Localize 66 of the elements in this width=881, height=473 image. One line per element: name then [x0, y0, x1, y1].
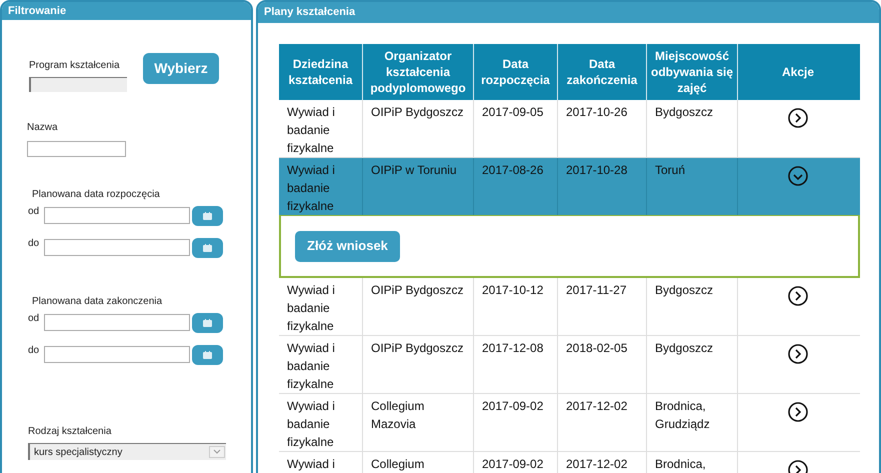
table-cell: Collegium Mazovia — [362, 394, 473, 451]
date-field[interactable] — [44, 239, 190, 256]
table-cell: 2018-02-05 — [557, 336, 646, 393]
table-cell: OIPiP Bydgoszcz — [362, 336, 473, 393]
table-cell-text: Wywiad i — [286, 456, 336, 473]
chevron-right-icon[interactable] — [788, 108, 808, 128]
choose-button[interactable]: Wybierz — [143, 53, 219, 84]
calendar-icon — [203, 212, 212, 220]
field-label: od — [28, 312, 40, 326]
panel-title: Plany kształcenia — [258, 2, 879, 23]
chevron-right-icon[interactable] — [788, 344, 808, 364]
table-cell: Brodnica, — [646, 452, 737, 473]
table-cell: Bydgoszcz — [646, 100, 737, 157]
table-cell: Bydgoszcz — [646, 336, 737, 393]
table-cell: OIPiP Bydgoszcz — [362, 278, 473, 335]
panel-title: Filtrowanie — [2, 2, 251, 20]
calendar-button[interactable] — [192, 345, 223, 365]
table-cell: 2017-09-05 — [473, 100, 557, 157]
table-cell: Bydgoszcz — [646, 278, 737, 335]
table-cell: 2017-12-02 — [557, 452, 646, 473]
table-cell-text: Wywiad i badanie fizykalne — [286, 282, 336, 335]
field-label: Nazwa — [27, 121, 59, 135]
calendar-icon — [203, 319, 212, 327]
type-select[interactable]: kurs specjalistyczny — [28, 443, 226, 460]
field-label: Planowana data rozpoczęcia — [31, 188, 161, 202]
table-cell-text: Wywiad i badanie fizykalne — [286, 104, 336, 157]
field-label: do — [28, 237, 40, 251]
field-label: Rodzaj kształcenia — [28, 425, 112, 439]
name-field[interactable] — [27, 141, 126, 157]
date-field[interactable] — [44, 207, 190, 224]
program-field[interactable] — [29, 77, 127, 92]
table-cell-text: Wywiad i badanie fizykalne — [286, 340, 336, 393]
table-cell: OIPiP w Toruniu — [362, 158, 473, 215]
selected-row[interactable]: Wywiad i badanie fizykalne OIPiP w Toruniu 2017-08-26 2017-10-28 Toruń — [279, 158, 860, 216]
table-cell: OIPiP Bydgoszcz — [362, 100, 473, 157]
field-label: do — [28, 344, 40, 358]
table-cell: 2017-11-27 — [557, 278, 646, 335]
field-label: od — [28, 205, 40, 219]
dropdown-icon — [209, 446, 225, 458]
table-cell: Toruń — [646, 158, 737, 215]
calendar-icon — [203, 244, 212, 252]
chevron-right-icon[interactable] — [788, 286, 808, 306]
submit-application-button[interactable]: Złóż wniosek — [295, 230, 400, 262]
table-cell: Collegium — [362, 452, 473, 473]
chevron-down-icon[interactable] — [788, 166, 808, 186]
calendar-button[interactable] — [192, 313, 223, 333]
table-cell: 2017-09-02 — [473, 394, 557, 451]
column-header: Dziedzina kształcenia — [287, 56, 354, 89]
table-cell: 2017-10-28 — [557, 158, 646, 215]
table-cell-text: Wywiad i badanie fizykalne — [286, 398, 336, 451]
calendar-button[interactable] — [192, 206, 223, 226]
table-cell: 2017-10-26 — [557, 100, 646, 157]
table-cell-text: Wywiad i badanie fizykalne — [286, 162, 336, 215]
calendar-button[interactable] — [192, 238, 223, 258]
table-cell: 2017-12-08 — [473, 336, 557, 393]
chevron-right-icon[interactable] — [788, 402, 808, 422]
table-cell: 2017-12-02 — [557, 394, 646, 451]
table-cell: 2017-10-12 — [473, 278, 557, 335]
field-label: Program kształcenia — [28, 59, 121, 73]
field-label: Planowana data zakonczenia — [31, 295, 164, 309]
table-cell: Brodnica, Grudziądz — [646, 394, 737, 451]
table-cell: 2017-08-26 — [473, 158, 557, 215]
date-field[interactable] — [44, 346, 190, 363]
table-cell: 2017-09-02 — [473, 452, 557, 473]
date-field[interactable] — [44, 314, 190, 331]
calendar-icon — [203, 351, 212, 359]
